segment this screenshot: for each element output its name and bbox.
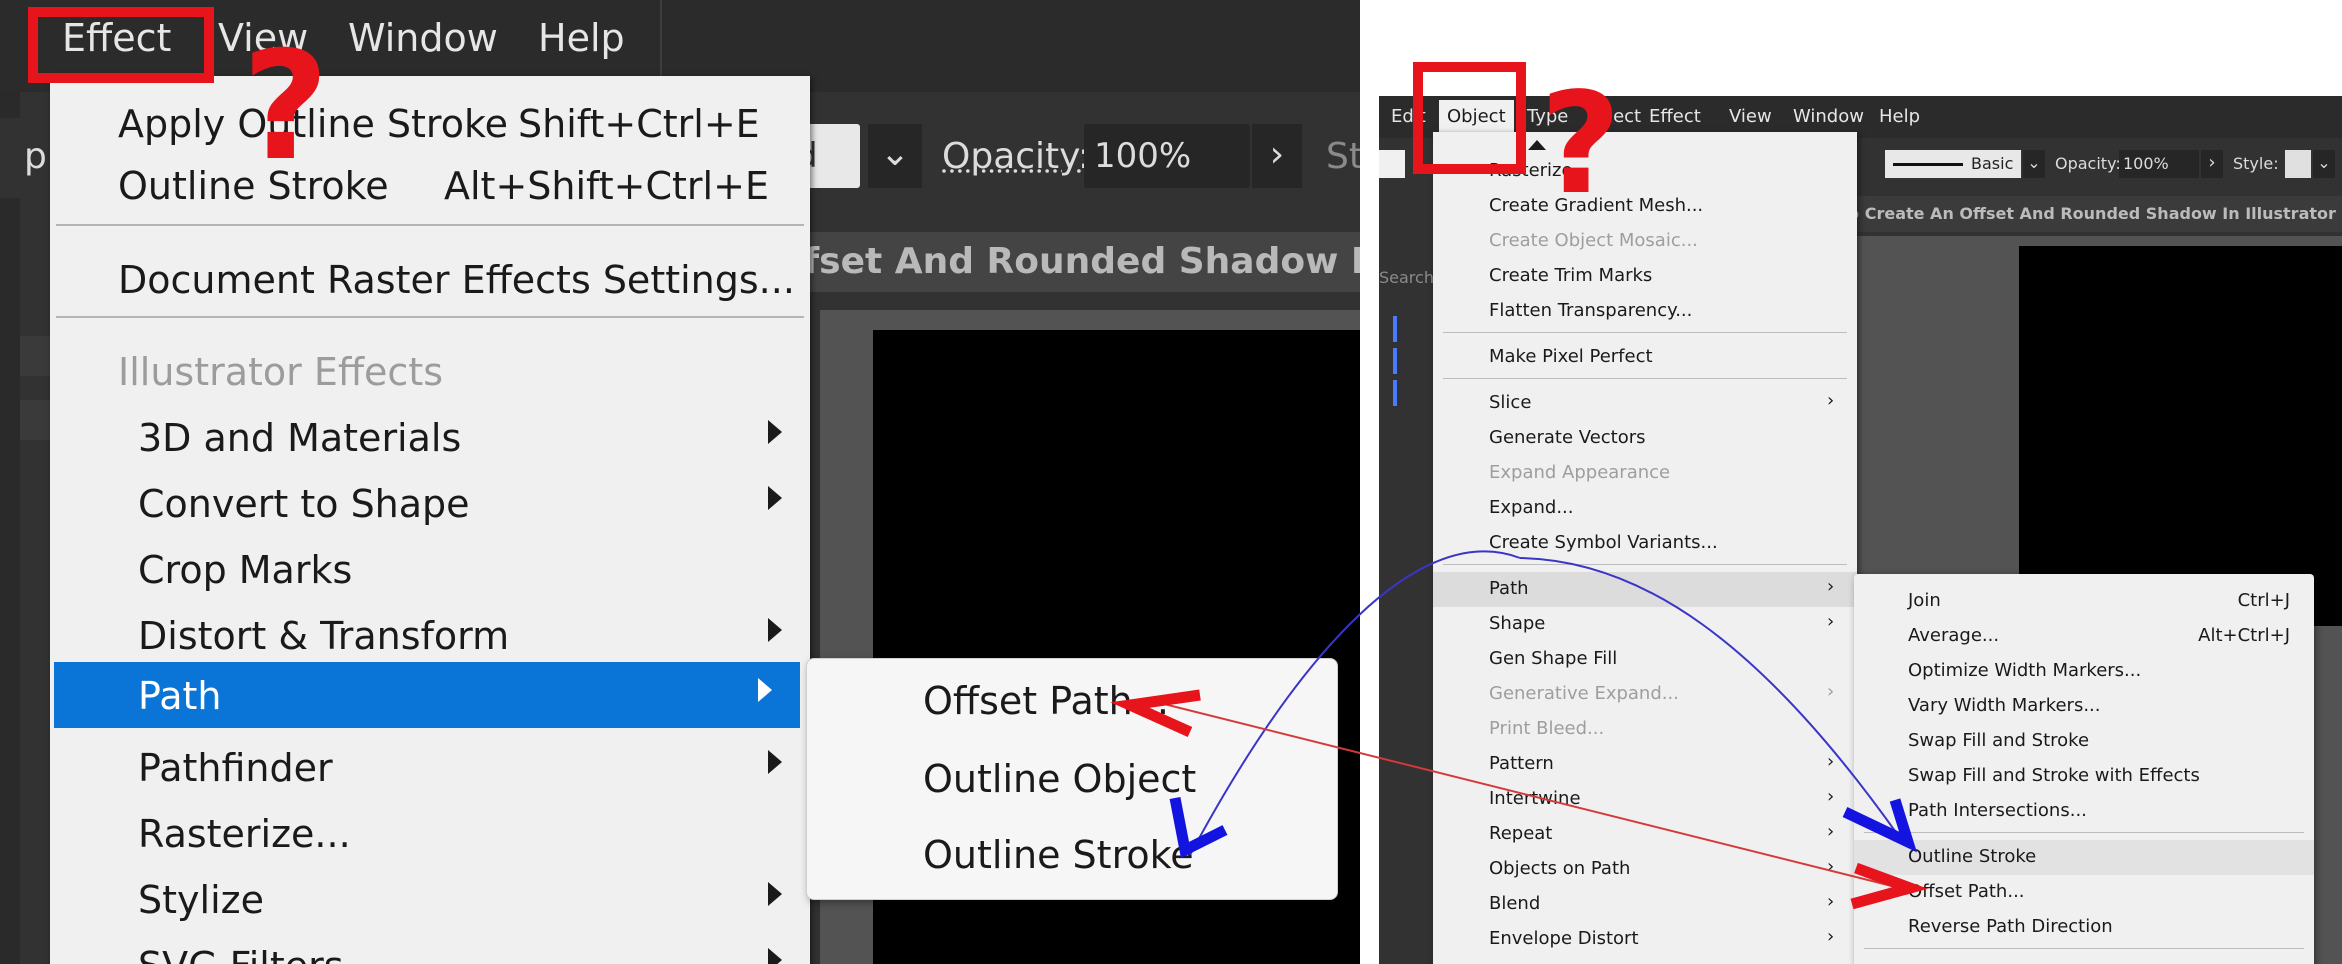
question-mark-annotation: ?: [1540, 63, 1621, 226]
question-mark-annotation: ?: [242, 20, 329, 194]
red-chevron-annotation: [1850, 862, 1928, 910]
red-chevron-annotation: [1110, 689, 1201, 738]
connector-line-red: [1147, 699, 1901, 889]
highlight-box-object: [1413, 62, 1526, 174]
connector-line-blue: [1189, 550, 1521, 856]
highlight-box-effect: [28, 7, 214, 83]
connector-line-blue: [1519, 557, 1901, 839]
annotation-overlay: ? ?: [28, 7, 1928, 910]
